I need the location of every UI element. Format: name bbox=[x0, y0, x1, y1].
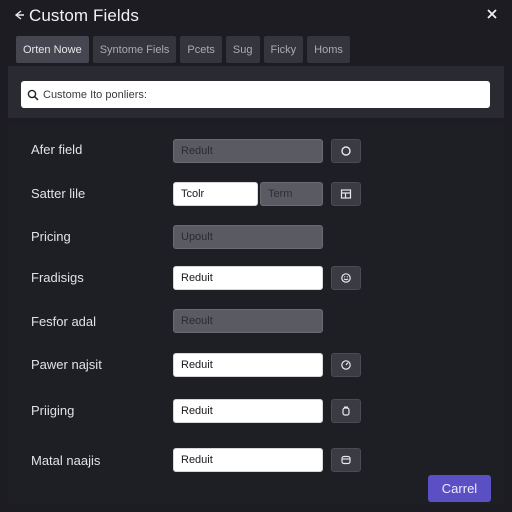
close-icon[interactable] bbox=[484, 6, 500, 22]
tab-homs[interactable]: Homs bbox=[307, 36, 350, 63]
row-label-afer-field: Afer field bbox=[31, 142, 83, 157]
row-label-pricing: Pricing bbox=[31, 229, 71, 244]
circle-icon bbox=[340, 145, 352, 157]
row-action-button[interactable] bbox=[331, 182, 361, 206]
search-icon bbox=[27, 89, 39, 101]
tab-sug[interactable]: Sug bbox=[225, 36, 260, 63]
row-action-button[interactable] bbox=[331, 353, 361, 377]
row-label-matal-naajis: Matal naajis bbox=[31, 453, 101, 468]
row-action-button[interactable] bbox=[331, 399, 361, 423]
tab-pcets[interactable]: Pcets bbox=[180, 36, 222, 63]
page-title: Custom Fields bbox=[29, 6, 139, 25]
tab-ficky[interactable]: Ficky bbox=[263, 36, 304, 63]
field-fesfor-adal: Reoult bbox=[173, 309, 323, 333]
gauge-icon bbox=[340, 359, 352, 371]
cancel-button[interactable]: Carrel bbox=[428, 475, 491, 502]
dialog-header: Custom Fields bbox=[0, 0, 512, 32]
field-afer-field: Redult bbox=[173, 139, 323, 163]
field-fradisigs[interactable]: Reduit bbox=[173, 266, 323, 290]
lock-icon bbox=[340, 405, 352, 417]
row-label-fesfor-adal: Fesfor adal bbox=[31, 314, 97, 329]
field-matal-naajis[interactable]: Reduit bbox=[173, 448, 323, 472]
tab-syntome-fiels[interactable]: Syntome Fiels bbox=[92, 36, 177, 63]
tab-orten-nowe[interactable]: Orten Nowe bbox=[16, 36, 89, 63]
field-satter-lile[interactable]: Tcolr bbox=[173, 182, 258, 206]
row-action-button[interactable] bbox=[331, 266, 361, 290]
row-action-button[interactable] bbox=[331, 139, 361, 163]
field-satter-lile-term[interactable]: Term bbox=[260, 182, 323, 206]
table-icon bbox=[340, 188, 352, 200]
row-label-pawer-najsit: Pawer najsit bbox=[31, 357, 102, 372]
row-label-priiging: Priiging bbox=[31, 403, 75, 418]
field-pricing: Upoult bbox=[173, 225, 323, 249]
box-icon bbox=[340, 454, 352, 466]
row-label-fradisigs: Fradisigs bbox=[31, 270, 84, 285]
smile-icon bbox=[340, 272, 352, 284]
search-input[interactable] bbox=[39, 84, 490, 105]
row-action-button[interactable] bbox=[331, 448, 361, 472]
field-pawer-najsit[interactable]: Reduit bbox=[173, 353, 323, 377]
tab-bar: Orten Nowe Syntome Fiels Pcets Sug Ficky… bbox=[16, 36, 350, 63]
search-field[interactable] bbox=[21, 81, 490, 108]
arrow-left-icon[interactable] bbox=[12, 8, 26, 22]
row-label-satter-lile: Satter lile bbox=[31, 186, 86, 201]
field-priiging[interactable]: Reduit bbox=[173, 399, 323, 423]
